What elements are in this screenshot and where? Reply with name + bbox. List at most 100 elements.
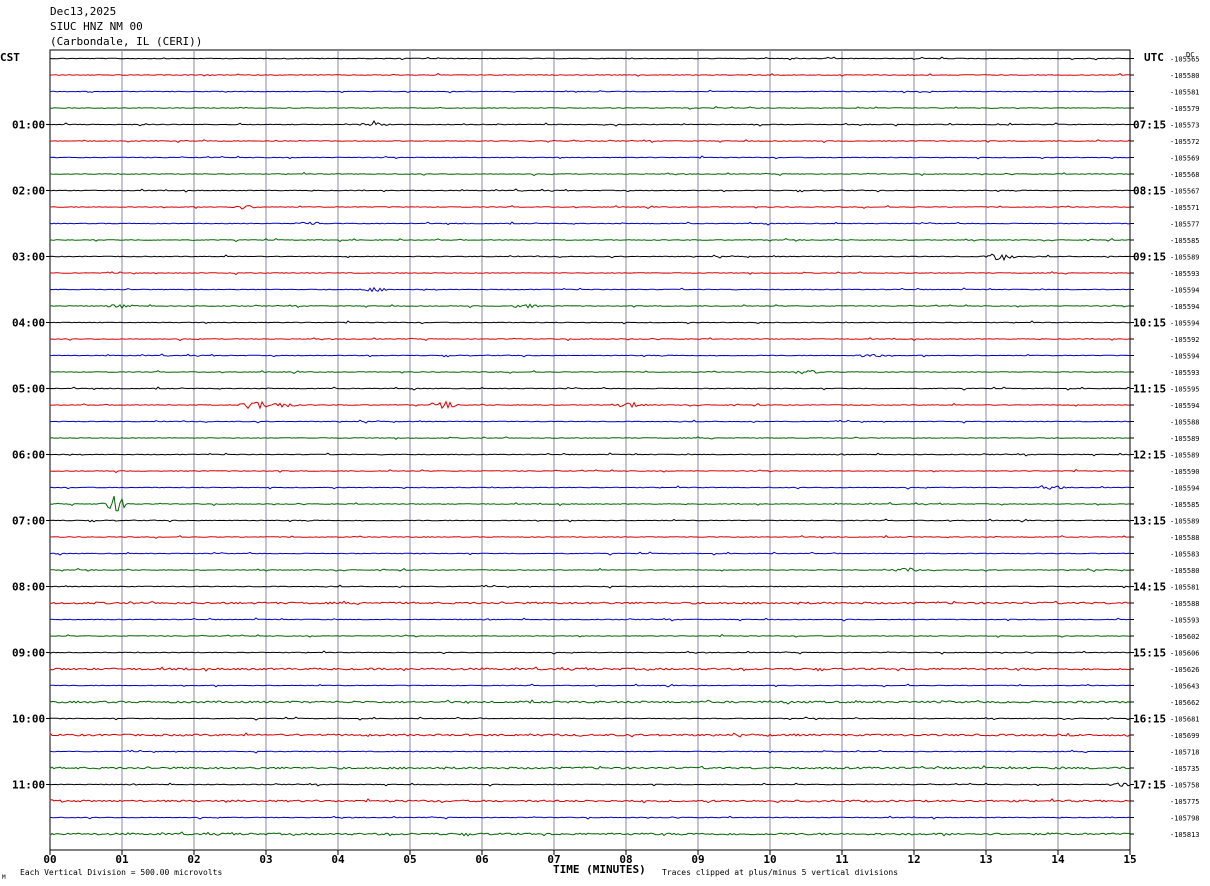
x-tick-label: 03 xyxy=(259,853,272,866)
dc-offset-label: -105589 xyxy=(1170,435,1200,443)
dc-offset-label: -105580 xyxy=(1170,72,1200,80)
seismic-trace xyxy=(49,221,1131,226)
seismic-trace xyxy=(49,600,1131,605)
corner-mark: M xyxy=(2,874,6,881)
clip-note: Traces clipped at plus/minus 5 vertical … xyxy=(662,868,898,877)
x-tick-label: 11 xyxy=(835,853,849,866)
x-tick-label: 00 xyxy=(43,853,56,866)
dc-offset-label: -105585 xyxy=(1170,501,1200,509)
left-hour-label: 03:00 xyxy=(12,251,45,264)
dc-offset-label: -105589 xyxy=(1170,518,1200,526)
dc-offset-label: -105594 xyxy=(1170,402,1200,410)
right-hour-label: 14:15 xyxy=(1133,581,1166,594)
dc-offset-label: -105571 xyxy=(1170,204,1200,212)
seismic-trace xyxy=(49,353,1131,358)
seismic-trace xyxy=(49,119,1131,127)
seismic-trace xyxy=(49,551,1131,556)
helicorder-plot: CST UTC DC 00 01 02 03 04 05 06 07 08 09 10 11 12 13 1… xyxy=(0,49,1200,881)
seismic-trace xyxy=(49,369,1131,375)
dc-offset-label: -105593 xyxy=(1170,369,1200,377)
seismic-trace xyxy=(49,699,1131,705)
dc-offset-label: -105590 xyxy=(1170,468,1200,476)
dc-offset-label: -105583 xyxy=(1170,551,1200,559)
seismic-trace xyxy=(49,731,1131,738)
seismic-trace xyxy=(49,56,1131,61)
seismic-trace xyxy=(49,782,1131,787)
left-timezone-label: CST xyxy=(0,51,20,64)
seismic-trace xyxy=(49,320,1131,325)
seismic-trace xyxy=(49,567,1131,573)
seismic-trace xyxy=(49,798,1131,804)
right-hour-label: 17:15 xyxy=(1133,779,1166,792)
left-hour-label: 01:00 xyxy=(12,119,45,132)
dc-offset-label: -105565 xyxy=(1170,56,1200,64)
dc-offset-label: -105588 xyxy=(1170,534,1200,542)
left-hour-label: 09:00 xyxy=(12,647,45,660)
dc-offset-label: -105662 xyxy=(1170,699,1200,707)
seismic-trace xyxy=(49,584,1131,589)
vertical-division-note: Each Vertical Division = 500.00 microvol… xyxy=(20,868,222,877)
right-hour-label: 11:15 xyxy=(1133,383,1166,396)
dc-offset-label: -105594 xyxy=(1170,320,1200,328)
seismic-trace xyxy=(49,534,1131,539)
dc-offset-label: -105573 xyxy=(1170,122,1200,130)
right-hour-label: 08:15 xyxy=(1133,185,1166,198)
left-hour-label: 05:00 xyxy=(12,383,45,396)
dc-offset-label: -105589 xyxy=(1170,452,1200,460)
dc-offset-label: -105594 xyxy=(1170,303,1200,311)
seismic-trace xyxy=(49,286,1131,293)
seismic-trace xyxy=(49,650,1131,655)
seismic-trace xyxy=(49,716,1131,721)
seismic-trace xyxy=(49,171,1131,177)
seismic-trace xyxy=(49,518,1131,523)
seismic-trace xyxy=(49,237,1131,243)
x-tick-label: 01 xyxy=(115,853,129,866)
dc-offset-label: -105592 xyxy=(1170,336,1200,344)
seismic-trace xyxy=(49,386,1131,391)
seismic-trace xyxy=(49,337,1131,342)
x-tick-label: 02 xyxy=(187,853,200,866)
seismic-trace xyxy=(49,155,1131,160)
seismic-trace xyxy=(49,484,1131,490)
seismic-trace xyxy=(49,617,1131,622)
dc-offset-label: -105588 xyxy=(1170,419,1200,427)
dc-offset-label: -105813 xyxy=(1170,831,1200,839)
x-tick-label: 12 xyxy=(907,853,920,866)
x-tick-label: 13 xyxy=(979,853,992,866)
seismic-trace xyxy=(49,303,1131,310)
x-tick-label: 09 xyxy=(691,853,704,866)
seismic-trace xyxy=(49,139,1131,144)
right-hour-label: 12:15 xyxy=(1133,449,1166,462)
left-hour-label: 11:00 xyxy=(12,779,45,792)
seismic-trace xyxy=(49,468,1131,474)
seismic-trace xyxy=(49,666,1131,672)
dc-offset-label: -105594 xyxy=(1170,485,1200,493)
dc-offset-label: -105735 xyxy=(1170,765,1200,773)
dc-offset-label: -105718 xyxy=(1170,749,1200,757)
dc-offset-label: -105606 xyxy=(1170,650,1200,658)
dc-offset-label: -105681 xyxy=(1170,716,1200,724)
dc-offset-label: -105567 xyxy=(1170,188,1200,196)
dc-offset-label: -105594 xyxy=(1170,353,1200,361)
x-tick-label: 06 xyxy=(475,853,489,866)
dc-offset-label: -105580 xyxy=(1170,567,1200,575)
dc-offset-label: -105594 xyxy=(1170,287,1200,295)
dc-offset-label: -105569 xyxy=(1170,155,1200,163)
left-hour-label: 02:00 xyxy=(12,185,45,198)
left-hour-label: 04:00 xyxy=(12,317,45,330)
left-hour-label: 08:00 xyxy=(12,581,45,594)
x-tick-label: 10 xyxy=(763,853,776,866)
seismic-trace xyxy=(49,683,1131,688)
right-hour-label: 16:15 xyxy=(1133,713,1166,726)
dc-offset-label: -105643 xyxy=(1170,683,1200,691)
seismic-trace xyxy=(49,419,1131,424)
dc-offset-label: -105588 xyxy=(1170,600,1200,608)
x-tick-label: 05 xyxy=(403,853,416,866)
right-hour-label: 13:15 xyxy=(1133,515,1166,528)
seismic-trace xyxy=(49,815,1131,820)
dc-offset-label: -105568 xyxy=(1170,171,1200,179)
seismic-trace xyxy=(49,400,1130,410)
seismic-trace xyxy=(49,831,1131,837)
dc-offset-label: -105758 xyxy=(1170,782,1200,790)
right-hour-label: 10:15 xyxy=(1133,317,1166,330)
